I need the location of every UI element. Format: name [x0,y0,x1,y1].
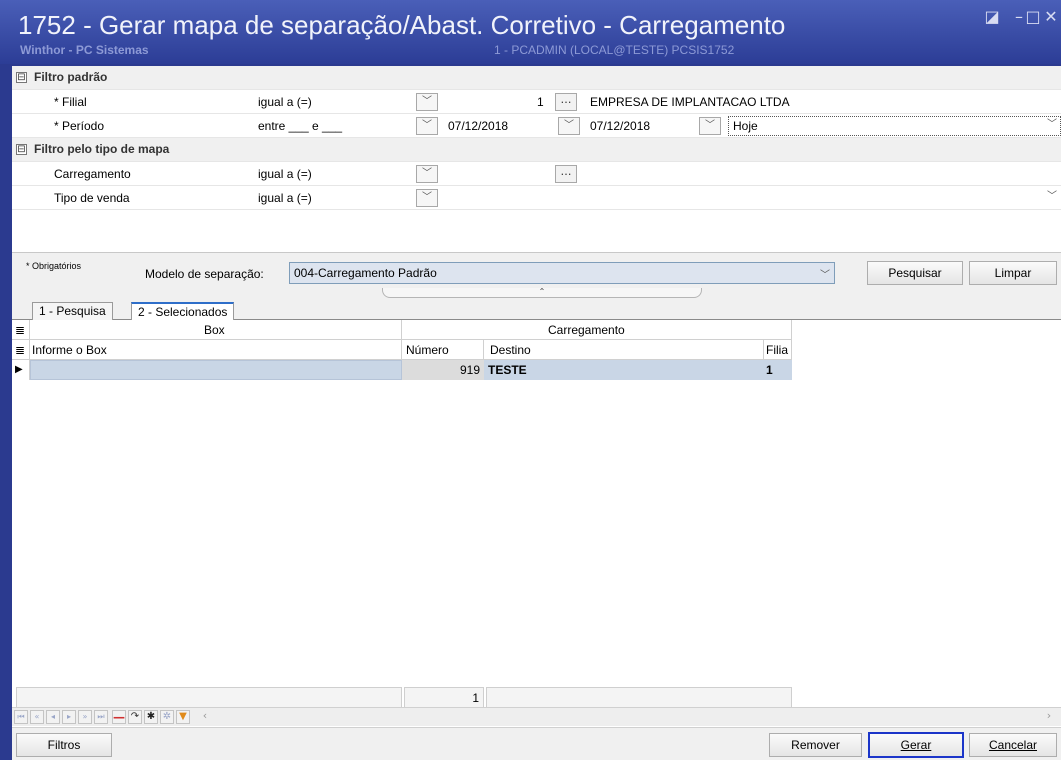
group-label: Filtro pelo tipo de mapa [34,142,170,156]
chevron-up-icon: ⌃ [538,287,546,296]
footer-cell-box [16,687,402,709]
chevron-down-icon[interactable]: ﹀ [416,117,438,135]
new-icon[interactable]: ✱ [144,710,158,724]
column-chooser-icon[interactable]: ≣ [12,320,30,340]
grid-navigator: ⏮ « ◂ ▸ » ⏭ — ↷ ✱ ✲ ▼ ‹ › [12,707,1061,726]
filter-row-tipo-venda: Tipo de venda igual a (=) ﹀ ﹀ [12,186,1061,210]
search-options-bar: * Obrigatórios Modelo de separação: 004-… [12,252,1061,300]
prev-icon[interactable]: ◂ [46,710,60,724]
filial-label: * Filial [54,95,87,109]
column-header-filial[interactable]: Filia [764,340,792,360]
row-numero[interactable]: 919 [402,360,484,380]
periodo-operator[interactable]: entre ___ e ___ [258,119,342,133]
carregamento-operator[interactable]: igual a (=) [258,167,312,181]
modelo-label: Modelo de separação: [145,267,264,281]
next-icon[interactable]: ▸ [62,710,76,724]
filter-group-tipo-mapa[interactable]: ⊟ Filtro pelo tipo de mapa [12,138,1061,162]
splitter-handle[interactable]: ⌃ [382,288,702,298]
column-header-numero[interactable]: Número [402,340,484,360]
main-window: 1752 - Gerar mapa de separação/Abast. Co… [0,0,1061,760]
filter-row-carregamento: Carregamento igual a (=) ﹀ … [12,162,1061,186]
close-icon[interactable]: ✕ [1040,6,1061,28]
row-box-input[interactable] [30,360,402,380]
modelo-value: 004-Carregamento Padrão [294,266,437,280]
collapse-icon[interactable]: ⊟ [16,144,27,155]
filial-description: EMPRESA DE IMPLANTACAO LTDA [590,95,790,109]
band-carregamento: Carregamento [402,320,792,340]
row-filial[interactable]: 1 [764,360,792,380]
last-icon[interactable]: ⏭ [94,710,108,724]
group-label: Filtro padrão [34,70,108,84]
filtros-button[interactable]: Filtros [16,733,112,757]
prev-page-icon[interactable]: « [30,710,44,724]
band-box: Box [30,320,402,340]
column-header-destino[interactable]: Destino [484,340,764,360]
refresh-icon[interactable]: ↷ [128,710,142,724]
next-page-icon[interactable]: » [78,710,92,724]
limpar-button[interactable]: Limpar [969,261,1057,285]
row-indicator-icon: ▶ [12,360,30,380]
periodo-end-date[interactable]: 07/12/2018 [590,119,650,133]
chevron-down-icon[interactable]: ﹀ [416,93,438,111]
filial-code[interactable]: 1 [537,95,544,109]
collapse-icon[interactable]: ⊟ [16,72,27,83]
scroll-right-icon[interactable]: › [1042,710,1056,724]
periodo-preset-select[interactable]: Hoje ﹀ [728,116,1061,136]
periodo-preset-value: Hoje [733,119,758,133]
ellipsis-icon[interactable]: … [555,93,577,111]
filter-row-filial: * Filial igual a (=) ﹀ 1 … EMPRESA DE IM… [12,90,1061,114]
scroll-left-icon[interactable]: ‹ [198,710,212,724]
footer-cell-rest [486,687,792,709]
chevron-down-icon[interactable]: ﹀ [1041,189,1061,207]
chevron-down-icon[interactable]: ﹀ [416,189,438,207]
remover-button[interactable]: Remover [769,733,862,757]
periodo-start-date[interactable]: 07/12/2018 [448,119,508,133]
row-destino[interactable]: TESTE [484,360,764,380]
filial-operator[interactable]: igual a (=) [258,95,312,109]
title-bar: 1752 - Gerar mapa de separação/Abast. Co… [0,0,1061,64]
chevron-down-icon[interactable]: ﹀ [416,165,438,183]
cancelar-button[interactable]: Cancelar [969,733,1057,757]
chevron-down-icon[interactable]: ﹀ [699,117,721,135]
periodo-label: * Período [54,119,105,133]
chevron-down-icon[interactable]: ﹀ [558,117,580,135]
app-name: Winthor - PC Sistemas [20,43,149,57]
modelo-select[interactable]: 004-Carregamento Padrão ﹀ [289,262,835,284]
window-title: 1752 - Gerar mapa de separação/Abast. Co… [18,10,786,40]
footer-count: 1 [404,687,484,709]
tab-pesquisa[interactable]: 1 - Pesquisa [32,302,113,320]
filter-group-padrao[interactable]: ⊟ Filtro padrão [12,66,1061,90]
tab-selecionados[interactable]: 2 - Selecionados [131,302,235,321]
bottom-toolbar: Filtros Remover Gerar Cancelar [12,727,1061,760]
restore-icon[interactable]: ◪ [981,6,1003,28]
filter-icon[interactable]: ▼ [176,710,190,724]
required-note: * Obrigatórios [26,261,82,271]
column-header-box[interactable]: Informe o Box [30,340,402,360]
gerar-button[interactable]: Gerar [868,732,964,758]
tipo-venda-label: Tipo de venda [54,191,130,205]
ellipsis-icon[interactable]: … [555,165,577,183]
session-info: 1 - PCADMIN (LOCAL@TESTE) PCSIS1752 [494,43,735,57]
tipo-venda-operator[interactable]: igual a (=) [258,191,312,205]
carregamento-label: Carregamento [54,167,131,181]
results-grid: ≣ Box Carregamento ≣ Informe o Box Númer… [12,320,1061,726]
delete-icon[interactable]: — [112,710,126,724]
client-area: ⊟ Filtro padrão * Filial igual a (=) ﹀ 1… [12,66,1061,760]
chevron-down-icon: ﹀ [820,270,830,281]
pesquisar-button[interactable]: Pesquisar [867,261,963,285]
first-icon[interactable]: ⏮ [14,710,28,724]
filter-row-periodo: * Período entre ___ e ___ ﹀ 07/12/2018 ﹀… [12,114,1061,138]
tab-strip: 1 - Pesquisa 2 - Selecionados [12,300,1061,321]
chevron-down-icon[interactable]: ﹀ [1043,117,1061,135]
column-chooser-icon[interactable]: ≣ [12,340,30,360]
clear-icon[interactable]: ✲ [160,710,174,724]
